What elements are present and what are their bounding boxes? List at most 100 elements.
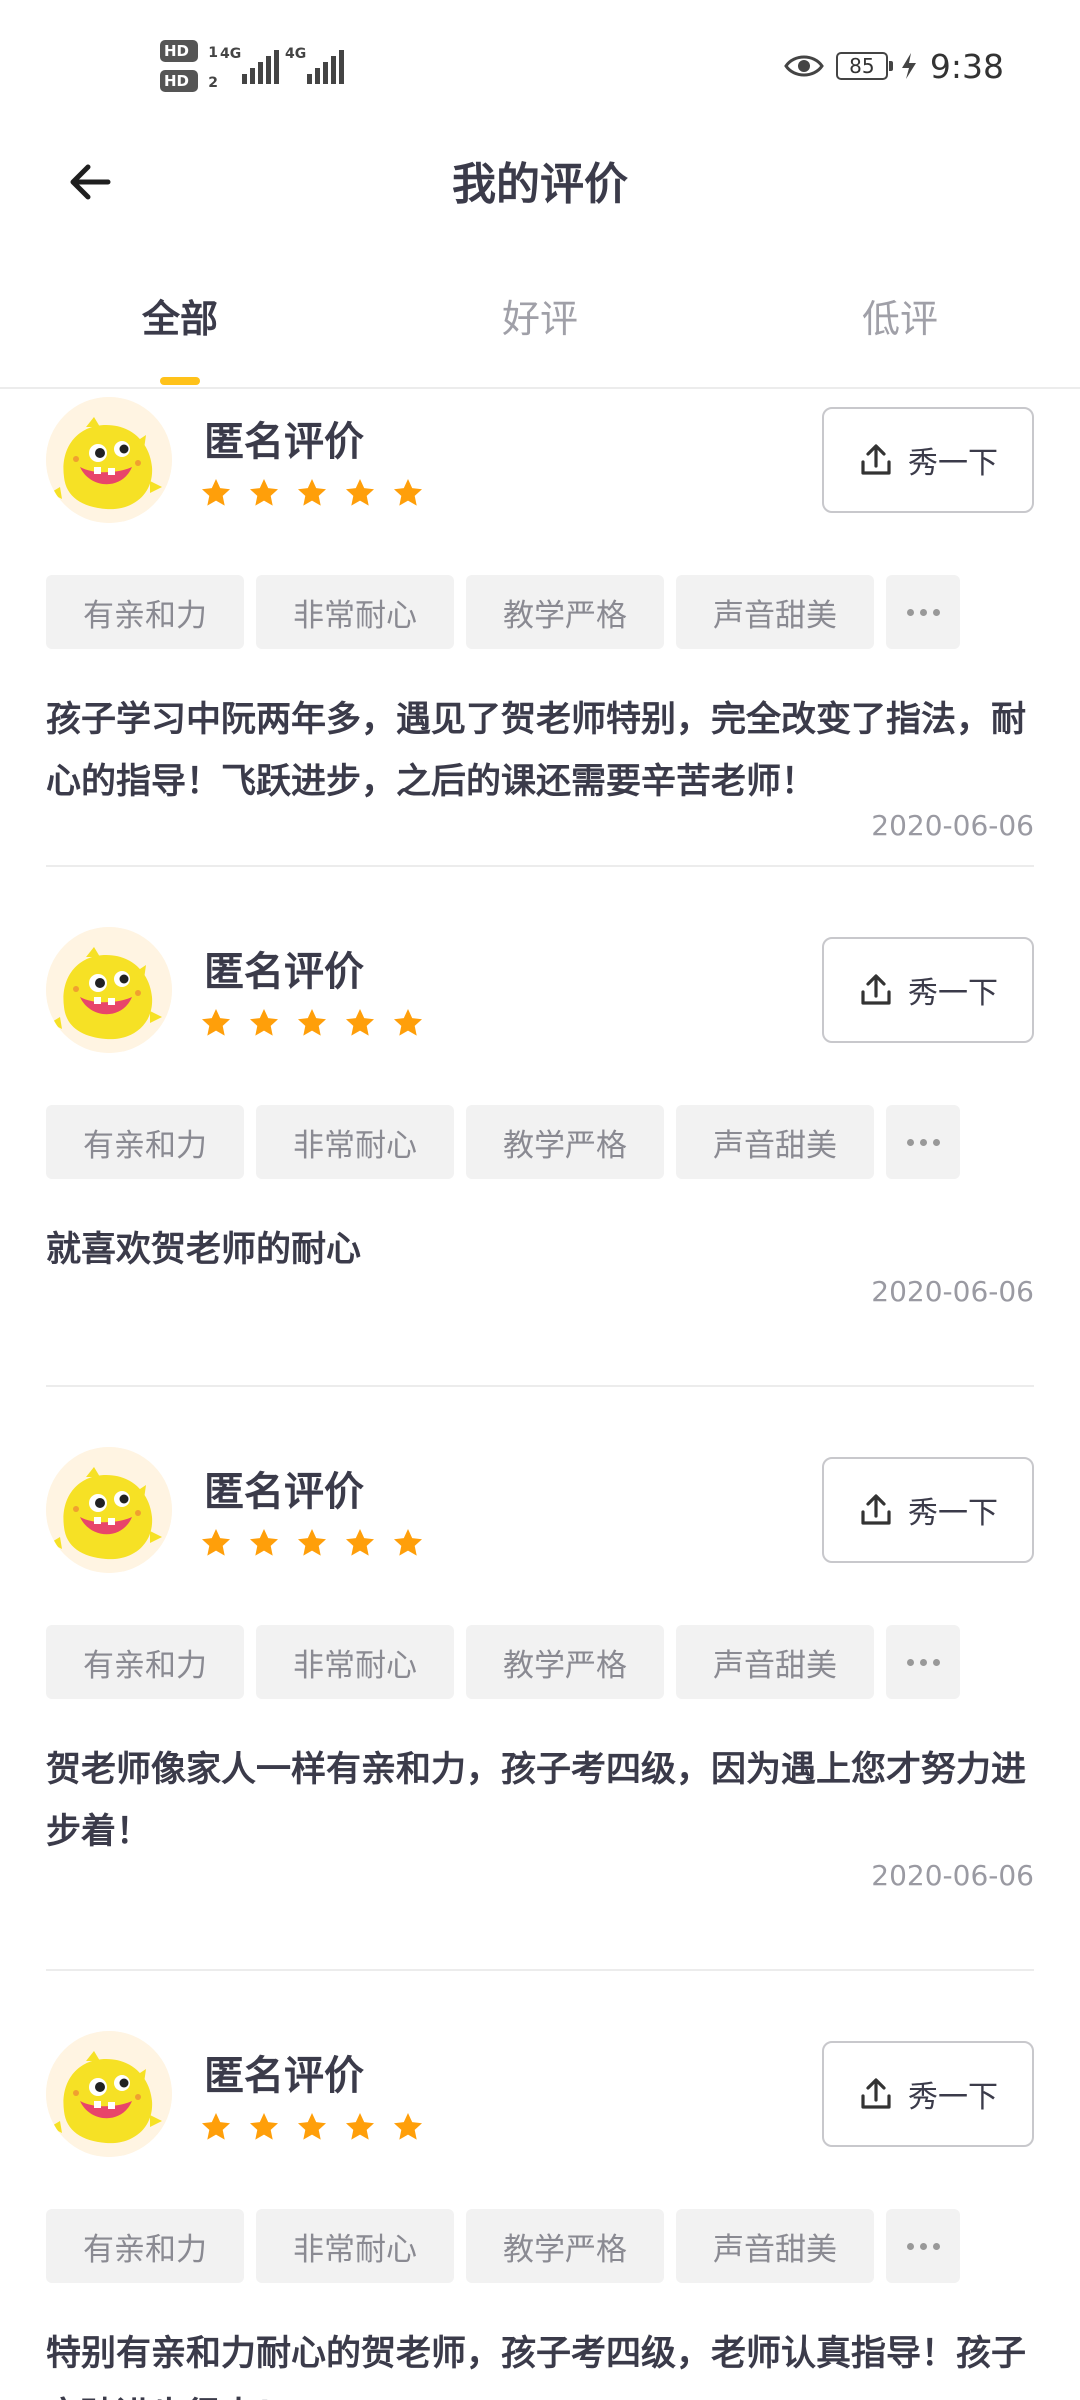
hd1-sub: 1: [208, 45, 218, 61]
tag-list: 有亲和力 非常耐心 教学严格 声音甜美: [46, 1105, 960, 1179]
star-icon: [346, 479, 374, 506]
share-button[interactable]: 秀一下: [822, 937, 1034, 1043]
share-icon: [861, 974, 891, 1005]
tag: 非常耐心: [256, 1105, 454, 1179]
tag: 非常耐心: [256, 1625, 454, 1699]
star-icon: [250, 479, 278, 506]
star-icon: [202, 1009, 230, 1036]
signal-icon: 4G: [220, 46, 280, 84]
star-icon: [394, 1529, 422, 1556]
hd-indicator: HD 1 HD 2: [160, 40, 218, 102]
status-bar: HD 1 HD 2 4G 4G 85 9:38: [0, 0, 1080, 120]
hd1-label: HD: [164, 42, 190, 60]
review-card: 匿名评价 秀一下 有亲和力 非常耐心 教学严格 声音甜美 特别有亲和力耐心的贺老…: [46, 2031, 1034, 2400]
tag: 声音甜美: [676, 575, 874, 649]
tab-all[interactable]: 全部: [60, 288, 300, 343]
review-text: 孩子学习中阮两年多，遇见了贺老师特别，完全改变了指法，耐心的指导！飞跃进步，之后…: [46, 700, 1027, 802]
tag-list: 有亲和力 非常耐心 教学严格 声音甜美: [46, 2209, 960, 2283]
tab-low[interactable]: 低评: [780, 288, 1020, 343]
tag: 教学严格: [466, 1625, 664, 1699]
star-icon: [298, 479, 326, 506]
tag: 有亲和力: [46, 575, 244, 649]
star-rating: [200, 1527, 424, 1559]
mascot-icon: [46, 2031, 172, 2157]
star-icon: [394, 479, 422, 506]
review-date: 2020-06-06: [871, 809, 1034, 842]
star-icon: [394, 1009, 422, 1036]
star-icon: [346, 1529, 374, 1556]
star-icon: [202, 479, 230, 506]
review-list[interactable]: 匿名评价 秀一下 有亲和力 非常耐心 教学严格 声音甜美 孩子学习中阮两年多，遇…: [0, 389, 1080, 2400]
star-icon: [250, 1529, 278, 1556]
star-rating: [200, 2111, 424, 2143]
review-card: 匿名评价 秀一下 有亲和力 非常耐心 教学严格 声音甜美 就喜欢贺老师的耐心 2…: [46, 927, 1034, 1387]
tag: 教学严格: [466, 2209, 664, 2283]
network1-label: 4G: [220, 46, 242, 62]
star-rating: [200, 477, 424, 509]
avatar: [46, 927, 172, 1053]
more-tags-button[interactable]: [886, 1105, 960, 1179]
more-tags-button[interactable]: [886, 1625, 960, 1699]
share-icon: [861, 2078, 891, 2109]
hd2-label: HD: [164, 72, 190, 90]
star-icon: [250, 1009, 278, 1036]
star-icon: [202, 2113, 230, 2140]
share-button[interactable]: 秀一下: [822, 407, 1034, 513]
tag: 声音甜美: [676, 2209, 874, 2283]
tag: 有亲和力: [46, 1625, 244, 1699]
network2-label: 4G: [285, 46, 307, 62]
app-header: 我的评价: [0, 120, 1080, 238]
tag: 非常耐心: [256, 575, 454, 649]
mascot-icon: [46, 397, 172, 523]
star-icon: [298, 1009, 326, 1036]
page-title: 我的评价: [452, 159, 628, 210]
clock: 9:38: [929, 46, 1004, 86]
tag: 教学严格: [466, 575, 664, 649]
signal-icon-2: 4G: [285, 46, 345, 84]
star-icon: [298, 2113, 326, 2140]
star-icon: [202, 1529, 230, 1556]
review-card: 匿名评价 秀一下 有亲和力 非常耐心 教学严格 声音甜美 孩子学习中阮两年多，遇…: [46, 397, 1034, 867]
share-button[interactable]: 秀一下: [822, 2041, 1034, 2147]
star-icon: [346, 2113, 374, 2140]
star-icon: [298, 1529, 326, 1556]
share-label: 秀一下: [908, 976, 998, 1011]
star-icon: [346, 1009, 374, 1036]
tab-good[interactable]: 好评: [420, 288, 660, 343]
reviewer-name: 匿名评价: [204, 949, 364, 995]
eye-icon: [784, 55, 824, 77]
tab-bar: 全部 好评 低评: [0, 262, 1080, 389]
share-icon: [861, 444, 891, 475]
reviewer-name: 匿名评价: [204, 2053, 364, 2099]
review-text: 贺老师像家人一样有亲和力，孩子考四级，因为遇上您才努力进步着！: [46, 1750, 1027, 1852]
review-text: 就喜欢贺老师的耐心: [46, 1230, 362, 1270]
reviewer-name: 匿名评价: [204, 419, 364, 465]
tab-indicator: [160, 377, 200, 385]
tag: 教学严格: [466, 1105, 664, 1179]
tag-list: 有亲和力 非常耐心 教学严格 声音甜美: [46, 575, 960, 649]
battery-level: 85: [849, 54, 875, 78]
review-card: 匿名评价 秀一下 有亲和力 非常耐心 教学严格 声音甜美 贺老师像家人一样有亲和…: [46, 1447, 1034, 1971]
share-icon: [861, 1494, 891, 1525]
share-label: 秀一下: [908, 2080, 998, 2115]
hd2-sub: 2: [208, 75, 218, 91]
share-label: 秀一下: [908, 446, 998, 481]
reviewer-name: 匿名评价: [204, 1469, 364, 1515]
review-date: 2020-06-06: [871, 1275, 1034, 1308]
star-rating: [200, 1007, 424, 1039]
tag-list: 有亲和力 非常耐心 教学严格 声音甜美: [46, 1625, 960, 1699]
tag: 有亲和力: [46, 2209, 244, 2283]
avatar: [46, 2031, 172, 2157]
avatar: [46, 1447, 172, 1573]
more-tags-button[interactable]: [886, 2209, 960, 2283]
review-date: 2020-06-06: [871, 1859, 1034, 1892]
star-icon: [394, 2113, 422, 2140]
mascot-icon: [46, 1447, 172, 1573]
tag: 有亲和力: [46, 1105, 244, 1179]
avatar: [46, 397, 172, 523]
mascot-icon: [46, 927, 172, 1053]
more-tags-button[interactable]: [886, 575, 960, 649]
share-label: 秀一下: [908, 1496, 998, 1531]
review-text: 特别有亲和力耐心的贺老师，孩子考四级，老师认真指导！孩子突破进步很大！: [46, 2334, 1027, 2400]
share-button[interactable]: 秀一下: [822, 1457, 1034, 1563]
